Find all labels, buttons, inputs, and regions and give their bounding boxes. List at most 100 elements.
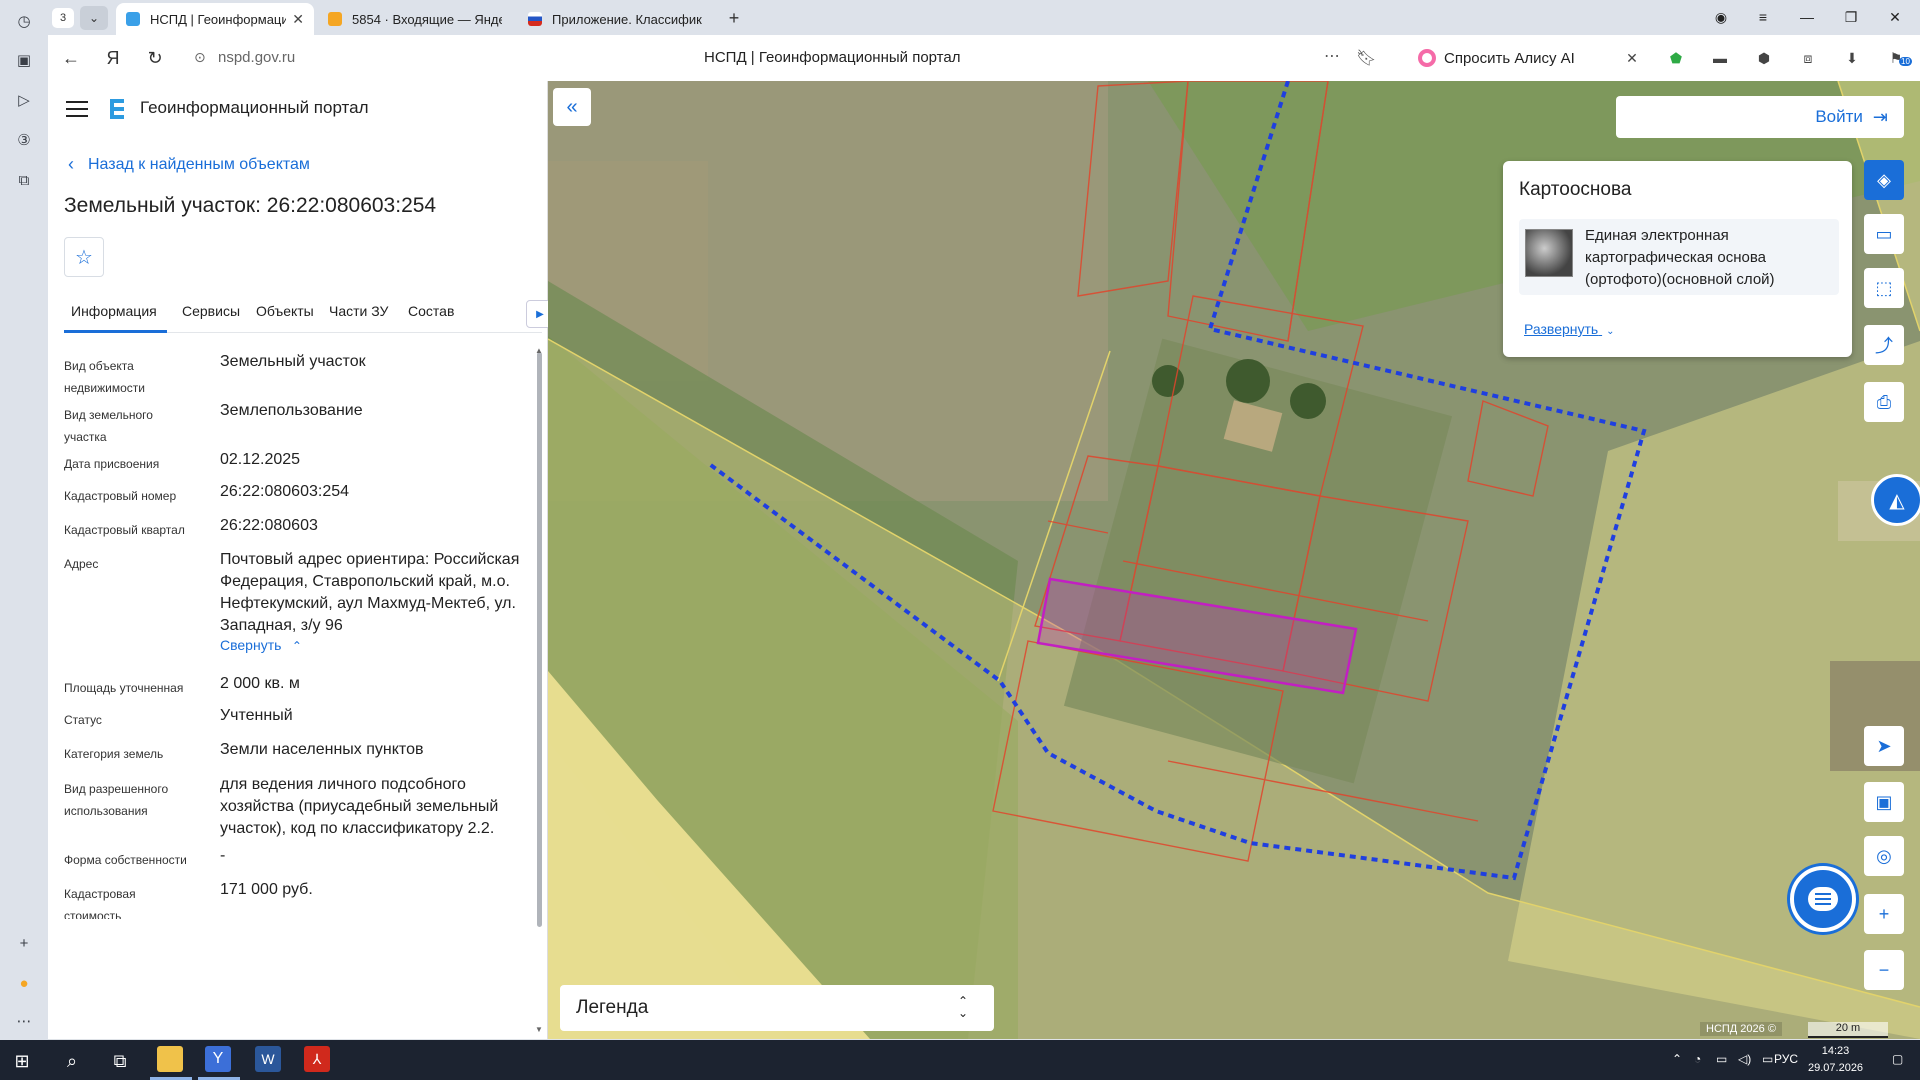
attribute-label: Форма собственности (64, 853, 187, 867)
panel-scrollbar[interactable] (537, 352, 542, 927)
layers-button[interactable]: ◈ (1864, 160, 1904, 200)
tabs-panel-icon[interactable]: ③ (11, 127, 37, 153)
attribute-label: Дата присвоения (64, 457, 160, 471)
legend-label: Легенда (576, 997, 649, 1018)
login-button[interactable]: Войти ⇥ (1616, 96, 1904, 138)
minimap-button[interactable]: ▣ (1864, 782, 1904, 822)
extension-ext-icon[interactable]: ⚑ 10 (1885, 47, 1912, 69)
favorite-button[interactable]: ☆ (64, 237, 104, 277)
attribute-label: Вид разрешенного использования (64, 782, 169, 818)
battery-icon[interactable]: ▭ (1716, 1052, 1727, 1066)
tab-services[interactable]: Сервисы (182, 303, 240, 319)
object-title: Земельный участок: 26:22:080603:254 (64, 194, 437, 217)
menu-icon[interactable]: ≡ (1748, 6, 1778, 28)
collections-icon[interactable]: ▣ (11, 47, 37, 73)
assistant-button[interactable]: ◭ (1871, 474, 1920, 526)
search-icon[interactable]: ⌕ (50, 1044, 94, 1078)
profile-icon[interactable]: ◉ (1706, 6, 1736, 28)
measure-button[interactable]: ▭ (1864, 214, 1904, 254)
tab-nspd[interactable]: НСПД | Геоинформаци ✕ (116, 3, 314, 35)
word-icon[interactable]: W (255, 1046, 281, 1072)
print-button[interactable]: ⎙ (1864, 382, 1904, 422)
share-icon: ⤴ (1875, 336, 1893, 356)
restore-button[interactable]: ❐ (1836, 6, 1866, 28)
attribute-value: 171 000 руб. (220, 881, 313, 898)
back-nav-icon[interactable]: ← (58, 45, 84, 71)
zoom-in-button[interactable]: + (1864, 894, 1904, 934)
search-location-button[interactable]: ◎ (1864, 836, 1904, 876)
yandex-icon[interactable]: Я (100, 45, 126, 71)
attribute-label: Статус (64, 713, 102, 727)
legend-panel[interactable]: Легенда ⌃ ⌄ (560, 985, 994, 1031)
tab-title: НСПД | Геоинформаци (150, 11, 287, 27)
bookmark-icon[interactable]: 🔖︎ (1356, 48, 1376, 68)
close-tab-icon[interactable]: ✕ (292, 11, 304, 28)
minimize-button[interactable]: — (1792, 6, 1822, 28)
zoom-out-button[interactable]: − (1864, 950, 1904, 990)
tray-app-icon[interactable]: ◔ (1694, 1052, 1701, 1066)
basemap-item[interactable]: Единая электронная картографическая осно… (1519, 219, 1839, 295)
tab-mail[interactable]: 5854 · Входящие — Яндекс (318, 3, 512, 35)
chevron-down-icon: ⌄ (1606, 326, 1615, 337)
clock[interactable]: 14:23 29.07.2026 (1808, 1043, 1863, 1077)
tab-objects[interactable]: Объекты (256, 303, 314, 319)
windows-start-icon[interactable]: ⊞ (0, 1044, 44, 1078)
attribute-value: 26:22:080603 (220, 517, 318, 534)
tray-chevron-icon[interactable]: ⌃ (1672, 1052, 1682, 1066)
close-window-button[interactable]: ✕ (1880, 6, 1910, 28)
basemap-title: Картооснова (1519, 179, 1632, 200)
geolocation-button[interactable]: ➤ (1864, 726, 1904, 766)
chevron-up-icon: ⌃ (291, 639, 302, 653)
reload-icon[interactable]: ↻ (142, 45, 168, 71)
chat-button[interactable] (1790, 866, 1856, 932)
shield-icon[interactable]: ⬟ (1665, 47, 1687, 69)
expand-basemap-link[interactable]: Развернуть ⌄ (1524, 321, 1615, 337)
attribute-label: Кадастровая стоимость (64, 887, 136, 919)
tab-information[interactable]: Информация (71, 303, 157, 319)
tab-parts[interactable]: Части ЗУ (329, 303, 388, 319)
tab-classifier[interactable]: Приложение. Классифик (518, 3, 714, 35)
new-tab-button[interactable]: + (722, 6, 746, 30)
history-icon[interactable]: ◷ (11, 8, 37, 34)
area-search-button[interactable]: ⬚ (1864, 268, 1904, 308)
page-title-in-address: НСПД | Геоинформационный портал (704, 49, 961, 66)
scroll-up-icon[interactable]: ▲ (535, 346, 543, 355)
hamburger-menu-icon[interactable] (66, 101, 88, 119)
notifications-icon[interactable]: ▢ (1892, 1052, 1903, 1066)
extension-k-icon[interactable]: ✕ (1621, 47, 1643, 69)
collapse-address-link[interactable]: Свернуть ⌃ (220, 637, 302, 655)
star-icon: ☆ (75, 246, 93, 269)
network-icon[interactable]: ▭ (1762, 1052, 1773, 1066)
url-field[interactable]: ⊙ nspd.gov.ru НСПД | Геоинформационный п… (184, 42, 1376, 74)
back-to-results-link[interactable]: ‹ Назад к найденным объектам (68, 154, 310, 175)
tab-count-badge[interactable]: 3 (52, 8, 74, 28)
tab-list-dropdown[interactable]: ⌄ (80, 6, 108, 30)
add-panel-icon[interactable]: + (11, 930, 37, 956)
yandex-browser-icon[interactable]: Y (205, 1046, 231, 1072)
scroll-down-icon[interactable]: ▼ (535, 1025, 543, 1034)
attribute-label: Категория земель (64, 747, 164, 761)
address-value: Почтовый адрес ориентира: Российская Фед… (220, 551, 520, 634)
play-icon[interactable]: ▷ (11, 87, 37, 113)
extension-cloud-icon[interactable]: ▬ (1709, 47, 1731, 69)
screenshot-icon[interactable]: ⧉ (11, 167, 37, 193)
task-view-icon[interactable]: ⧉ (98, 1044, 142, 1078)
mail-icon[interactable]: ● (11, 970, 37, 996)
ruler-icon: ▭ (1875, 223, 1893, 244)
language-indicator[interactable]: РУС (1774, 1052, 1798, 1066)
collapse-panel-button[interactable]: « (553, 88, 591, 126)
windows-taskbar: ⊞ ⌕ ⧉ Y W ⅄ ⌃ ◔ ▭ ◁) ▭ РУС 14:23 29.07.2… (0, 1040, 1920, 1080)
extension-badge-icon[interactable]: ⬢ (1753, 47, 1775, 69)
tab-composition[interactable]: Состав (408, 303, 454, 319)
extension-puzzle-icon[interactable]: ⧈ (1797, 47, 1819, 69)
pdf-reader-icon[interactable]: ⅄ (304, 1046, 330, 1072)
more-icon[interactable]: ⋯ (11, 1008, 37, 1034)
volume-icon[interactable]: ◁) (1738, 1052, 1751, 1066)
ask-alice-button[interactable]: Спросить Алису AI (1418, 42, 1618, 74)
site-info-icon[interactable]: ⊙ (194, 49, 206, 66)
extension-downloads-icon[interactable]: ⬇ (1841, 47, 1863, 69)
more-options-icon[interactable]: ⋯ (1324, 46, 1340, 66)
share-button[interactable]: ⤴ (1864, 325, 1904, 365)
layers-icon: ◈ (1877, 169, 1891, 190)
file-explorer-icon[interactable] (157, 1046, 183, 1072)
